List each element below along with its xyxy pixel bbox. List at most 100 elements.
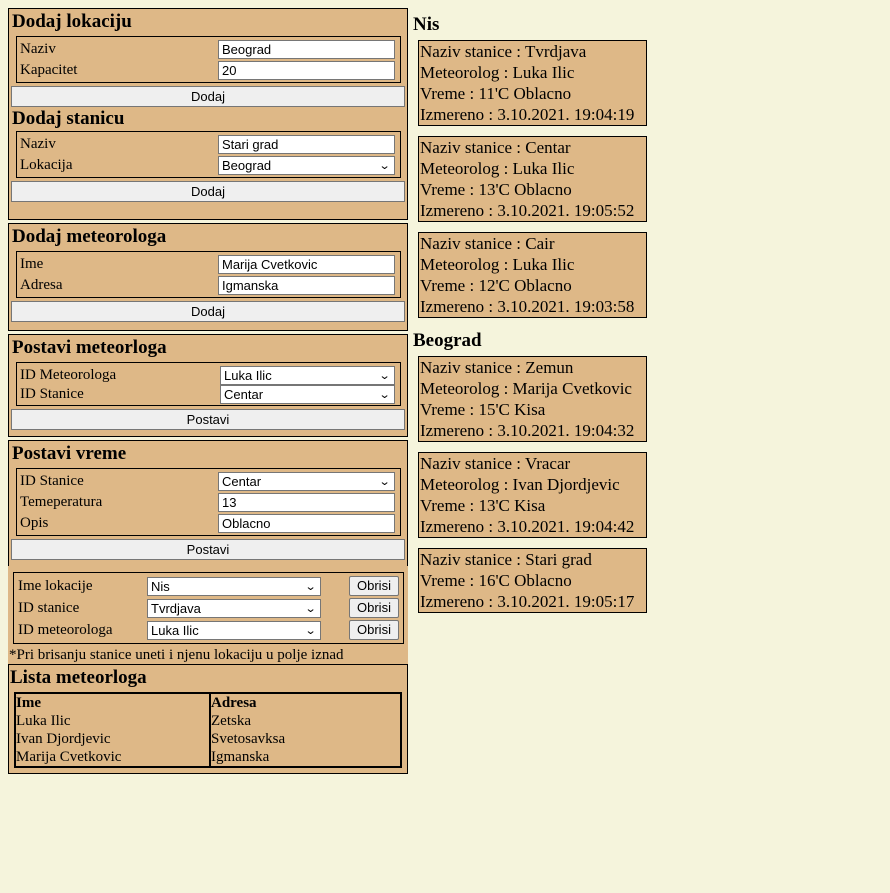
station-location-value: Beograd [222,158,272,173]
station-card: Naziv stanice : Zemun Meteorolog : Marij… [418,356,647,442]
table-row: Luka Ilic Zetska [16,712,400,730]
weather-temp-label: Temeperatura [20,494,103,510]
station-measured: Izmereno : 3.10.2021. 19:04:42 [420,517,635,536]
delete-location-row: Ime lokacije Nis ⌄ Obrisi [18,575,399,597]
chevron-down-icon: ⌄ [378,389,391,401]
chevron-down-icon: ⌄ [304,602,317,615]
add-meteorologist-panel: Dodaj meteorologa Ime Marija Cvetkovic A… [8,223,408,331]
delete-section: Ime lokacije Nis ⌄ Obrisi ID stanice Tvr… [8,566,408,644]
set-meteorologist-button[interactable]: Postavi [11,409,405,430]
meteorologist-name-input[interactable]: Marija Cvetkovic [218,255,395,274]
set-weather-fieldset: ID Stanice Centar ⌄ Temeperatura 13 Opis… [16,468,401,536]
station-id-select[interactable]: Centar ⌄ [220,385,395,404]
locations-column: Nis Naziv stanice : Tvrdjava Meteorolog … [413,12,713,623]
station-meteorologist: Meteorolog : Luka Ilic [420,159,575,178]
delete-meteorologist-select[interactable]: Luka Ilic ⌄ [147,620,321,640]
station-name-input[interactable]: Stari grad [218,135,395,154]
station-name: Naziv stanice : Stari grad [420,550,592,569]
add-location-station-panel: Dodaj lokaciju Naziv Beograd Kapacitet 2… [8,8,408,220]
chevron-down-icon: ⌄ [378,369,391,382]
location-name-label: Naziv [20,41,56,57]
station-name: Naziv stanice : Zemun [420,358,574,377]
meteorologist-id-row: ID Meteorologa Luka Ilic ⌄ [20,365,397,385]
delete-fieldset: Ime lokacije Nis ⌄ Obrisi ID stanice Tvr… [13,572,404,644]
station-location-select[interactable]: Beograd ⌄ [218,156,395,175]
meteorologist-address-row: Adresa Igmanska [20,275,397,296]
table-row: Ivan Djordjevic Svetosavksa [16,730,400,748]
add-location-button[interactable]: Dodaj [11,86,405,107]
weather-desc-row: Opis Oblacno [20,513,397,534]
table-header-row: Ime Adresa [16,694,400,712]
delete-meteorologist-label: ID meteorologa [18,621,113,638]
weather-station-value: Centar [222,474,262,489]
meteorologists-table: Ime Adresa Luka Ilic Zetska Ivan Djordje… [14,692,402,768]
station-id-label: ID Stanice [20,386,84,402]
station-name-label: Naziv [20,136,56,152]
meteorologist-address-input[interactable]: Igmanska [218,276,395,295]
delete-station-button[interactable]: Obrisi [349,598,399,618]
column-header-address: Adresa [211,695,257,711]
delete-station-row: ID stanice Tvrdjava ⌄ Obrisi [18,597,399,619]
table-row: Marija Cvetkovic Igmanska [16,748,400,766]
delete-meteorologist-button[interactable]: Obrisi [349,620,399,640]
add-station-button[interactable]: Dodaj [11,181,405,202]
delete-note: *Pri brisanju stanice uneti i njenu loka… [8,644,408,664]
station-weather: Vreme : 13'C Kisa [420,496,546,515]
location-capacity-input[interactable]: 20 [218,61,395,80]
add-meteorologist-fieldset: Ime Marija Cvetkovic Adresa Igmanska [16,251,401,298]
meteorologist-id-select[interactable]: Luka Ilic ⌄ [220,365,395,385]
column-header-name: Ime [16,694,211,712]
station-name: Naziv stanice : Vracar [420,454,571,473]
station-meteorologist: Meteorolog : Marija Cvetkovic [420,379,632,398]
add-station-fieldset: Naziv Stari grad Lokacija Beograd ⌄ [16,131,401,178]
chevron-down-icon: ⌄ [304,580,317,593]
weather-desc-input[interactable]: Oblacno [218,514,395,533]
left-column: Dodaj lokaciju Naziv Beograd Kapacitet 2… [8,8,408,774]
add-station-title: Dodaj stanicu [12,108,125,129]
meteorologist-name-cell: Ivan Djordjevic [16,730,211,748]
weather-station-row: ID Stanice Centar ⌄ [20,471,397,492]
weather-station-select[interactable]: Centar ⌄ [218,472,395,491]
set-weather-panel: Postavi vreme ID Stanice Centar ⌄ Temepe… [8,440,408,566]
delete-station-label: ID stanice [18,599,80,616]
location-capacity-label: Kapacitet [20,62,78,78]
weather-temp-input[interactable]: 13 [218,493,395,512]
station-name: Naziv stanice : Tvrdjava [420,42,587,61]
station-id-value: Centar [224,387,264,402]
station-id-row: ID Stanice Centar ⌄ [20,385,397,404]
delete-location-button[interactable]: Obrisi [349,576,399,596]
station-card: Naziv stanice : Vracar Meteorolog : Ivan… [418,452,647,538]
station-weather: Vreme : 16'C Oblacno [420,571,572,590]
station-name: Naziv stanice : Centar [420,138,571,157]
station-weather: Vreme : 13'C Oblacno [420,180,572,199]
station-measured: Izmereno : 3.10.2021. 19:05:52 [420,201,635,220]
meteorologist-address-label: Adresa [20,277,63,293]
station-weather: Vreme : 12'C Oblacno [420,276,572,295]
meteorologist-id-value: Luka Ilic [224,367,272,383]
delete-location-label: Ime lokacije [18,577,93,594]
station-card: Naziv stanice : Stari grad Vreme : 16'C … [418,548,647,613]
station-meteorologist: Meteorolog : Ivan Djordjevic [420,475,620,494]
delete-location-select[interactable]: Nis ⌄ [147,576,321,596]
location-capacity-row: Kapacitet 20 [20,60,397,81]
station-meteorologist: Meteorolog : Luka Ilic [420,63,575,82]
location-name-input[interactable]: Beograd [218,40,395,59]
set-weather-button[interactable]: Postavi [11,539,405,560]
delete-meteorologist-row: ID meteorologa Luka Ilic ⌄ Obrisi [18,619,399,641]
station-measured: Izmereno : 3.10.2021. 19:05:17 [420,592,635,611]
meteorologist-address-cell: Zetska [211,713,251,729]
station-weather: Vreme : 15'C Kisa [420,400,546,419]
set-weather-title: Postavi vreme [12,443,127,464]
location-heading: Nis [413,14,440,35]
meteorologists-title: Lista meteorloga [10,667,147,688]
station-name: Naziv stanice : Cair [420,234,555,253]
set-meteorologist-title: Postavi meteorloga [12,337,167,358]
station-measured: Izmereno : 3.10.2021. 19:03:58 [420,297,635,316]
add-meteorologist-title: Dodaj meteorologa [12,226,167,247]
delete-station-select[interactable]: Tvrdjava ⌄ [147,598,321,618]
meteorologist-name-row: Ime Marija Cvetkovic [20,254,397,275]
set-meteorologist-panel: Postavi meteorloga ID Meteorologa Luka I… [8,334,408,437]
station-location-row: Lokacija Beograd ⌄ [20,155,397,176]
add-meteorologist-button[interactable]: Dodaj [11,301,405,322]
set-meteorologist-fieldset: ID Meteorologa Luka Ilic ⌄ ID Stanice Ce… [16,362,401,406]
